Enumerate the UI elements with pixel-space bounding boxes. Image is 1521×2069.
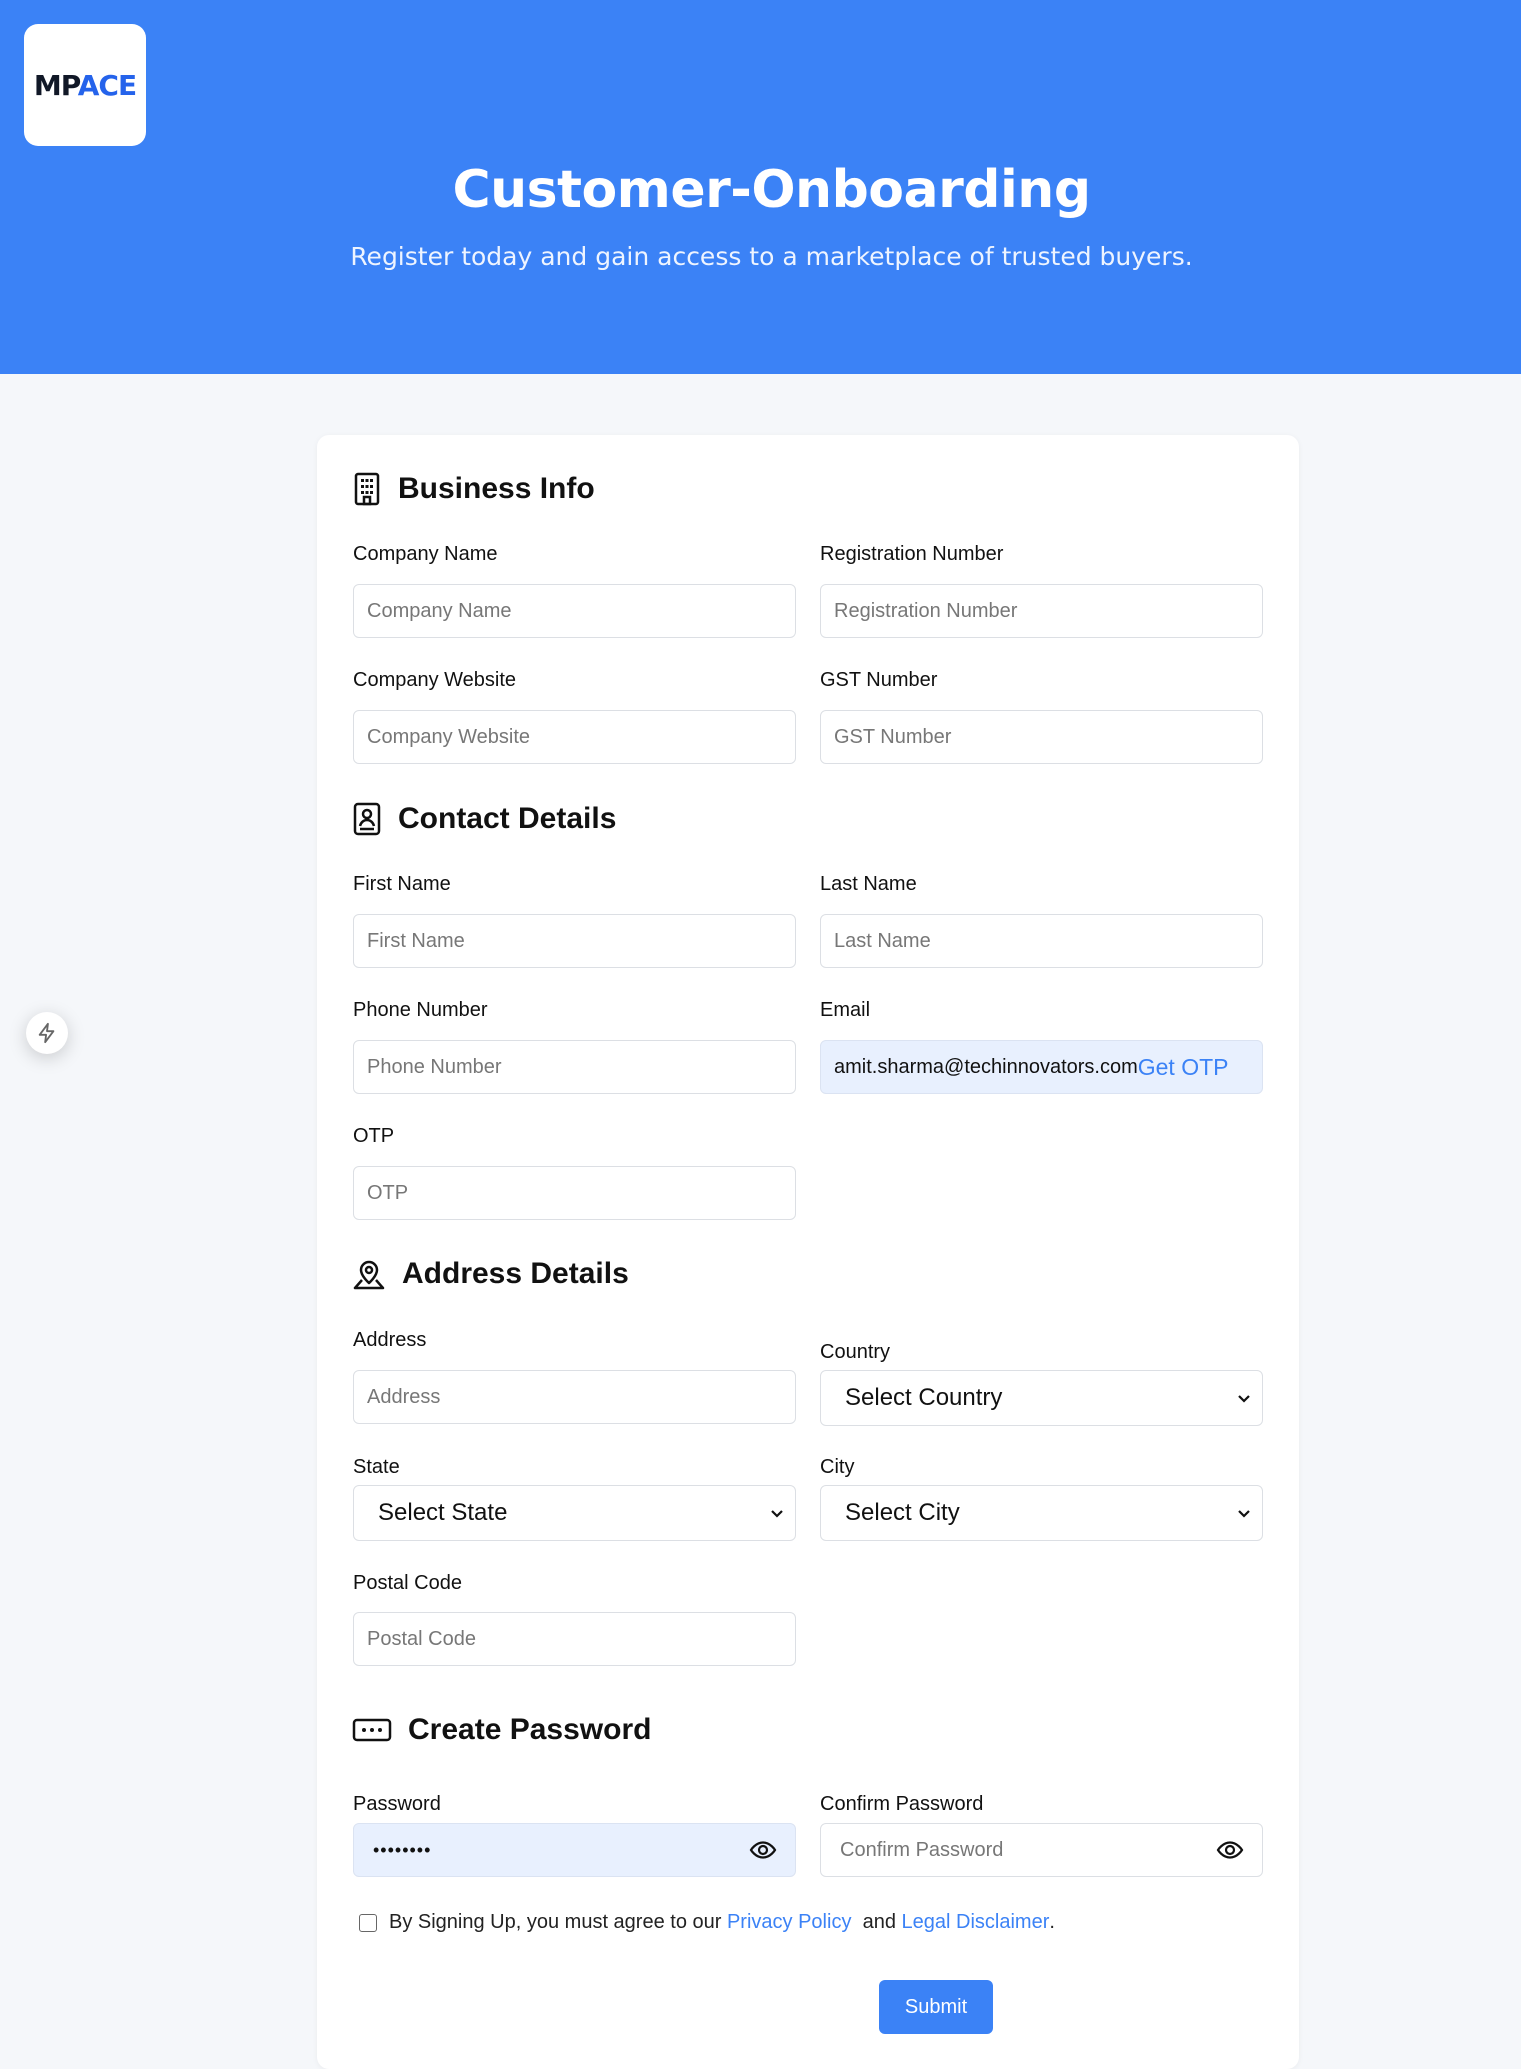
lightning-icon xyxy=(38,1022,55,1044)
first-name-field[interactable] xyxy=(353,914,796,968)
confirm-password-label: Confirm Password xyxy=(820,1793,984,1815)
phone-number-label: Phone Number xyxy=(353,999,488,1021)
country-select-value: Select Country xyxy=(845,1384,1003,1411)
logo-text-mp: MP xyxy=(33,68,79,102)
contact-card-icon xyxy=(353,802,381,836)
onboarding-form: Business Info Company Name Registration … xyxy=(317,435,1299,2069)
city-select-value: Select City xyxy=(845,1499,960,1526)
postal-code-input[interactable] xyxy=(367,1627,782,1651)
country-select[interactable]: Select Country xyxy=(820,1370,1263,1426)
eye-icon xyxy=(1216,1841,1244,1859)
address-label: Address xyxy=(353,1329,427,1351)
address-field[interactable] xyxy=(353,1370,796,1424)
last-name-label: Last Name xyxy=(820,873,917,895)
chevron-down-icon xyxy=(1238,1395,1250,1403)
postal-code-field[interactable] xyxy=(353,1612,796,1666)
email-input[interactable]: amit.sharma@techinnovators.com xyxy=(834,1056,1138,1079)
privacy-policy-link[interactable]: Privacy Policy xyxy=(727,1911,851,1934)
registration-number-label: Registration Number xyxy=(820,543,1004,565)
address-details-heading: Address Details xyxy=(352,1257,629,1291)
business-info-heading: Business Info xyxy=(352,472,595,506)
city-select[interactable]: Select City xyxy=(820,1485,1263,1541)
last-name-field[interactable] xyxy=(820,914,1263,968)
password-dots-icon xyxy=(352,1718,392,1742)
gst-number-input[interactable] xyxy=(834,725,1249,749)
last-name-input[interactable] xyxy=(834,929,1249,953)
country-label: Country xyxy=(820,1341,891,1363)
first-name-input[interactable] xyxy=(367,929,782,953)
agreement-text: By Signing Up, you must agree to our xyxy=(389,1911,722,1933)
address-input[interactable] xyxy=(367,1385,782,1409)
city-label: City xyxy=(820,1456,855,1478)
chevron-down-icon xyxy=(771,1510,783,1518)
logo-text-ace: ACE xyxy=(77,68,137,102)
section-title: Create Password xyxy=(408,1713,652,1746)
agreement-period: . xyxy=(1049,1911,1055,1933)
company-name-field[interactable] xyxy=(353,584,796,638)
chevron-down-icon xyxy=(1238,1510,1250,1518)
quick-action-button[interactable] xyxy=(26,1012,68,1054)
hero-banner: MPACE Customer-Onboarding Register today… xyxy=(0,0,1521,374)
registration-number-input[interactable] xyxy=(834,599,1249,623)
phone-number-input[interactable] xyxy=(367,1055,782,1079)
otp-input[interactable] xyxy=(367,1181,782,1205)
submit-button[interactable]: Submit xyxy=(879,1980,993,2034)
section-title: Address Details xyxy=(402,1257,629,1290)
get-otp-button[interactable]: Get OTP xyxy=(1138,1054,1229,1081)
show-confirm-password-toggle[interactable] xyxy=(1216,1840,1244,1860)
state-select-value: Select State xyxy=(378,1499,508,1526)
otp-label: OTP xyxy=(353,1125,395,1147)
company-name-label: Company Name xyxy=(353,543,498,565)
create-password-heading: Create Password xyxy=(352,1713,651,1747)
section-title: Contact Details xyxy=(398,802,617,835)
phone-number-field[interactable] xyxy=(353,1040,796,1094)
agreement-and: and xyxy=(862,1911,896,1933)
page-subtitle: Register today and gain access to a mark… xyxy=(350,242,1193,271)
company-name-input[interactable] xyxy=(367,599,782,623)
map-pin-icon xyxy=(353,1260,385,1290)
first-name-label: First Name xyxy=(353,873,451,895)
password-input[interactable]: •••••••• xyxy=(373,1840,431,1861)
password-label: Password xyxy=(353,1793,441,1815)
otp-field[interactable] xyxy=(353,1166,796,1220)
company-website-input[interactable] xyxy=(367,725,782,749)
registration-number-field[interactable] xyxy=(820,584,1263,638)
state-select[interactable]: Select State xyxy=(353,1485,796,1541)
state-label: State xyxy=(353,1456,400,1478)
legal-disclaimer-link[interactable]: Legal Disclaimer xyxy=(902,1911,1050,1934)
confirm-password-field[interactable] xyxy=(820,1823,1263,1877)
eye-icon xyxy=(749,1841,777,1859)
postal-code-label: Postal Code xyxy=(353,1572,462,1594)
email-label: Email xyxy=(820,999,871,1021)
email-field[interactable]: amit.sharma@techinnovators.com Get OTP xyxy=(820,1040,1263,1094)
agree-checkbox[interactable] xyxy=(359,1913,377,1932)
contact-details-heading: Contact Details xyxy=(352,802,616,836)
password-field[interactable]: •••••••• xyxy=(353,1823,796,1877)
agreement-row: By Signing Up, you must agree to our Pri… xyxy=(359,1911,1055,1934)
logo[interactable]: MPACE xyxy=(24,24,146,146)
building-icon xyxy=(354,472,380,506)
page-title: Customer-Onboarding xyxy=(452,160,1091,220)
gst-number-field[interactable] xyxy=(820,710,1263,764)
company-website-field[interactable] xyxy=(353,710,796,764)
confirm-password-input[interactable] xyxy=(840,1838,1216,1862)
section-title: Business Info xyxy=(398,472,595,505)
gst-number-label: GST Number xyxy=(820,669,938,691)
company-website-label: Company Website xyxy=(353,669,517,691)
show-password-toggle[interactable] xyxy=(749,1840,777,1860)
